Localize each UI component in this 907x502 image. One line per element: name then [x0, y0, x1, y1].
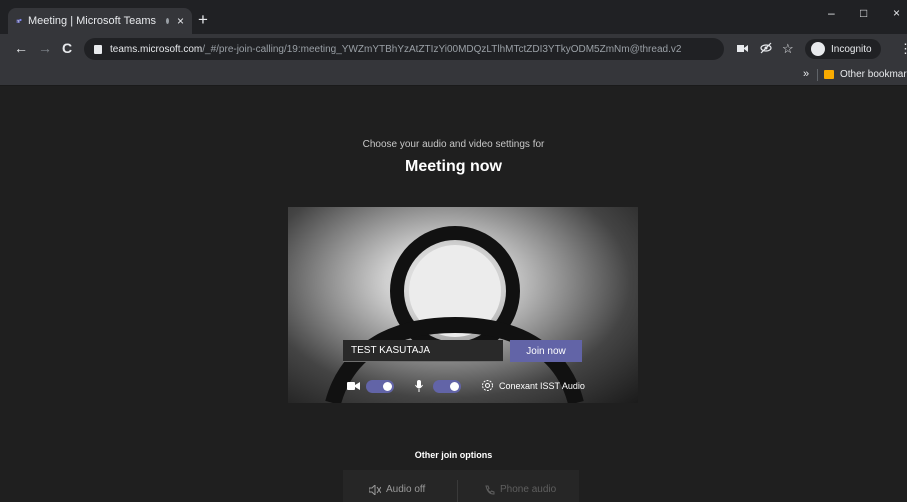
bookmarks-divider: [817, 69, 818, 81]
prejoin-subtitle: Choose your audio and video settings for: [362, 139, 545, 150]
camera-icon: [347, 382, 360, 390]
svg-text:T: T: [17, 19, 19, 23]
maximize-button[interactable]: □: [860, 6, 867, 20]
phone-icon: [485, 485, 495, 495]
close-window-button[interactable]: ×: [893, 6, 900, 20]
incognito-icon: [811, 42, 825, 56]
gear-icon[interactable]: [481, 379, 494, 392]
url-path: /_#/pre-join-calling/19:meeting_YWZmYTBh…: [202, 43, 682, 55]
phone-audio-button[interactable]: Phone audio: [485, 484, 556, 495]
url-host: teams.microsoft.com: [110, 43, 203, 55]
teams-favicon-icon: T: [16, 18, 22, 23]
speaker-off-icon: [369, 484, 381, 495]
address-bar[interactable]: teams.microsoft.com /_#/pre-join-calling…: [84, 38, 724, 60]
minimize-button[interactable]: –: [828, 6, 835, 20]
folder-icon: [824, 70, 834, 79]
bookmarks-bar: » Other bookmarks: [0, 64, 907, 86]
camera-in-use-icon[interactable]: [737, 44, 748, 53]
incognito-label: Incognito: [831, 43, 872, 55]
lock-icon: [94, 44, 102, 54]
device-controls: Conexant ISST Audio: [288, 377, 638, 395]
toggle-knob: [450, 382, 459, 391]
display-name-input[interactable]: [343, 340, 503, 362]
prejoin-screen: Choose your audio and video settings for…: [0, 86, 907, 502]
audio-device-label[interactable]: Conexant ISST Audio: [499, 381, 585, 391]
bookmark-star-icon[interactable]: ☆: [782, 41, 794, 57]
video-preview: Join now Conexant ISST Audio: [288, 207, 638, 403]
bookmarks-overflow-button[interactable]: »: [803, 68, 809, 80]
back-button[interactable]: ←: [14, 41, 28, 55]
recording-indicator-icon: [165, 18, 169, 24]
other-join-options-title: Other join options: [414, 450, 493, 460]
other-join-options-panel: Audio off Phone audio: [343, 470, 579, 502]
toggle-knob: [383, 382, 392, 391]
microphone-toggle[interactable]: [433, 380, 461, 393]
browser-tab[interactable]: T Meeting | Microsoft Teams ×: [8, 8, 192, 34]
reload-button[interactable]: C: [62, 41, 72, 55]
browser-menu-icon[interactable]: ⋮: [899, 41, 907, 57]
microphone-icon: [415, 380, 423, 392]
tracking-protection-icon[interactable]: [760, 42, 772, 54]
meeting-title: Meeting now: [405, 158, 502, 175]
incognito-badge[interactable]: Incognito: [805, 39, 881, 59]
browser-tab-bar: T Meeting | Microsoft Teams × + – □ ×: [0, 0, 907, 34]
tab-close-icon[interactable]: ×: [177, 14, 184, 28]
forward-button[interactable]: →: [38, 41, 52, 55]
camera-toggle[interactable]: [366, 380, 394, 393]
new-tab-button[interactable]: +: [198, 11, 208, 28]
tab-title: Meeting | Microsoft Teams: [28, 15, 156, 27]
other-bookmarks-link[interactable]: Other bookmarks: [840, 69, 907, 80]
audio-off-button[interactable]: Audio off: [369, 484, 425, 495]
audio-off-label: Audio off: [386, 484, 426, 495]
browser-toolbar: ← → C teams.microsoft.com /_#/pre-join-c…: [0, 34, 907, 64]
options-divider: [457, 480, 458, 502]
phone-audio-label: Phone audio: [500, 484, 557, 495]
join-now-button[interactable]: Join now: [510, 340, 582, 362]
default-avatar-icon: [325, 226, 584, 403]
